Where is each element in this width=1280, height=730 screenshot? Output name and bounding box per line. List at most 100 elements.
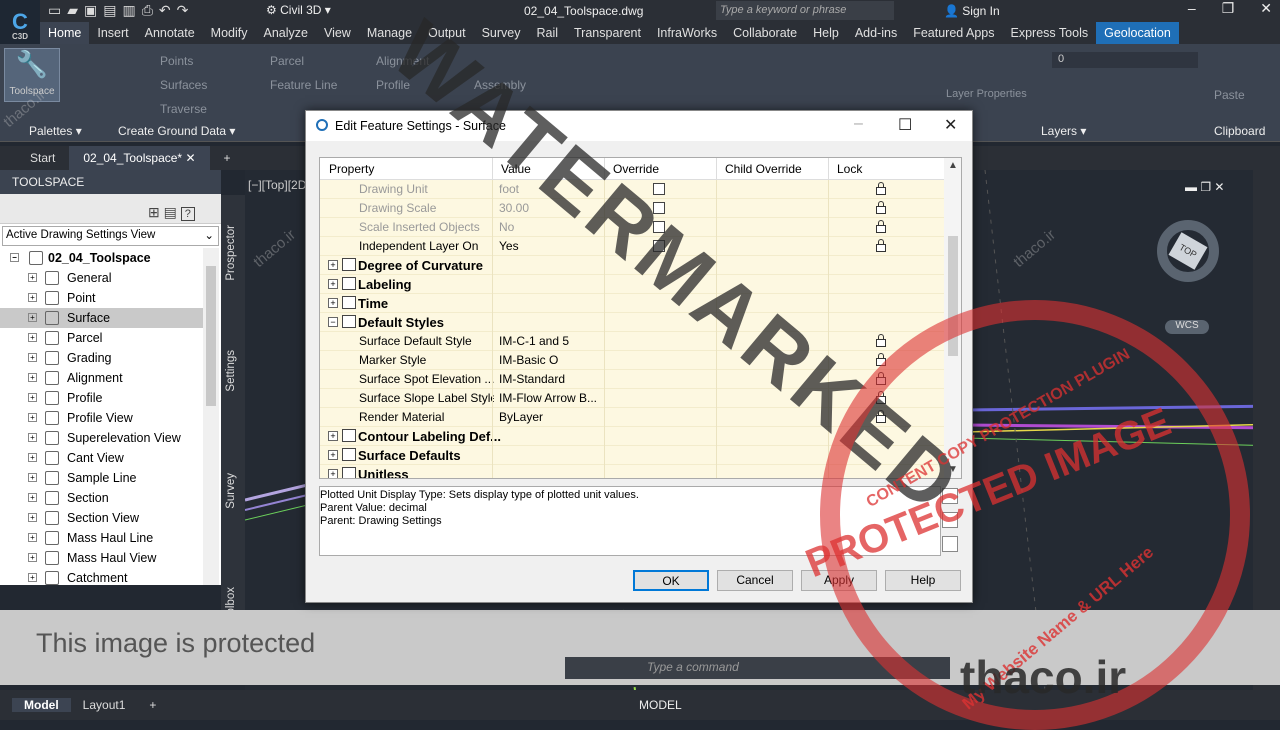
save-icon[interactable]: ▣ — [84, 2, 97, 19]
surfaces-button[interactable]: Surfaces — [160, 78, 207, 92]
expand-icon[interactable]: + — [328, 450, 338, 460]
col-value[interactable]: Value — [501, 162, 531, 176]
ribbon-tab-home[interactable]: Home — [40, 22, 90, 44]
help-button[interactable]: Help — [885, 570, 961, 591]
tree-item-mass-haul-view[interactable]: + Mass Haul View — [0, 548, 203, 568]
layer-dropdown[interactable]: 0 — [1052, 52, 1198, 68]
tree-item-sample-line[interactable]: + Sample Line — [0, 468, 203, 488]
ribbon-tab-transparent[interactable]: Transparent — [566, 22, 649, 44]
expand-icon[interactable]: + — [28, 473, 37, 482]
grid-group-row[interactable]: + Degree of Curvature — [320, 256, 945, 275]
expand-icon[interactable]: + — [28, 393, 37, 402]
col-property[interactable]: Property — [329, 162, 374, 176]
undo-icon[interactable]: ↶ — [159, 2, 171, 19]
grid-property-row[interactable]: Surface Default Style IM-C-1 and 5 — [320, 332, 945, 351]
help-icon[interactable]: ? — [180, 207, 195, 221]
expand-all-icon[interactable] — [942, 488, 958, 504]
tree-item-point[interactable]: + Point — [0, 288, 203, 308]
profile-button[interactable]: Profile — [376, 78, 410, 92]
viewport-controls[interactable]: ▬ ❐ ✕ — [1185, 180, 1224, 194]
grid-scroll-thumb[interactable] — [948, 236, 958, 356]
collapse-icon[interactable]: − — [328, 317, 338, 327]
tab-settings[interactable]: Settings — [225, 350, 237, 392]
tree-item-catchment[interactable]: + Catchment — [0, 568, 203, 588]
app-logo[interactable]: C C3D — [0, 0, 40, 44]
col-child-override[interactable]: Child Override — [725, 162, 802, 176]
view-selector[interactable]: Active Drawing Settings View ⌄ — [2, 226, 219, 246]
print-icon[interactable]: ⎙ — [142, 2, 153, 19]
ribbon-tab-annotate[interactable]: Annotate — [137, 22, 203, 44]
lock-icon[interactable] — [876, 391, 886, 404]
alignment-button[interactable]: Alignment — [376, 54, 429, 68]
property-value[interactable]: IM-C-1 and 5 — [499, 334, 603, 348]
expand-icon[interactable]: + — [28, 453, 37, 462]
collapse-all-icon[interactable] — [942, 512, 958, 528]
lock-icon[interactable] — [876, 201, 886, 214]
expand-icon[interactable]: + — [328, 260, 338, 270]
override-checkbox[interactable] — [653, 183, 665, 195]
ribbon-tab-featured-apps[interactable]: Featured Apps — [905, 22, 1002, 44]
grid-property-row[interactable]: Drawing Scale 30.00 — [320, 199, 945, 218]
ribbon-tab-help[interactable]: Help — [805, 22, 847, 44]
override-checkbox[interactable] — [653, 240, 665, 252]
cancel-button[interactable]: Cancel — [717, 570, 793, 591]
apply-button[interactable]: Apply — [801, 570, 877, 591]
scroll-down-icon[interactable]: ▼ — [948, 464, 958, 475]
tree-item-cant-view[interactable]: + Cant View — [0, 448, 203, 468]
open-icon[interactable]: ▰ — [67, 2, 78, 19]
save-as-icon[interactable]: ▤ — [103, 2, 116, 19]
collapse-icon[interactable]: − — [10, 253, 19, 262]
expand-icon[interactable]: + — [28, 313, 37, 322]
grid-scrollbar[interactable]: ▲ ▼ — [944, 158, 961, 478]
web-mobile-icon[interactable]: ▥ — [122, 2, 135, 19]
expand-icon[interactable]: + — [28, 353, 37, 362]
ribbon-tab-output[interactable]: Output — [420, 22, 474, 44]
ribbon-tab-rail[interactable]: Rail — [528, 22, 566, 44]
tree-scroll-thumb[interactable] — [206, 266, 216, 406]
grid-property-row[interactable]: Render Material ByLayer — [320, 408, 945, 427]
ribbon-tab-analyze[interactable]: Analyze — [255, 22, 315, 44]
ribbon-tab-view[interactable]: View — [316, 22, 359, 44]
close-icon[interactable]: ✕ — [1260, 0, 1272, 17]
ribbon-tab-collaborate[interactable]: Collaborate — [725, 22, 805, 44]
search-input[interactable]: Type a keyword or phrase — [716, 1, 894, 20]
expand-icon[interactable]: + — [328, 298, 338, 308]
traverse-button[interactable]: Traverse — [160, 102, 207, 116]
paste-button[interactable]: Paste — [1214, 88, 1245, 102]
expand-icon[interactable]: + — [28, 493, 37, 502]
grid-property-row[interactable]: Marker Style IM-Basic O — [320, 351, 945, 370]
ribbon-tab-express-tools[interactable]: Express Tools — [1003, 22, 1097, 44]
ok-button[interactable]: OK — [633, 570, 709, 591]
tab-model[interactable]: Model — [12, 698, 71, 712]
tree-item-grading[interactable]: + Grading — [0, 348, 203, 368]
expand-icon[interactable]: + — [28, 333, 37, 342]
grid-group-row[interactable]: + Contour Labeling Def... — [320, 427, 945, 446]
col-override[interactable]: Override — [613, 162, 659, 176]
ribbon-tab-modify[interactable]: Modify — [203, 22, 256, 44]
viewport-label[interactable]: [−][Top][2D — [248, 178, 306, 192]
expand-icon[interactable]: + — [28, 413, 37, 422]
expand-icon[interactable]: + — [328, 469, 338, 478]
grid-property-row[interactable]: Independent Layer On Yes — [320, 237, 945, 256]
property-value[interactable]: IM-Flow Arrow B... — [499, 391, 603, 405]
expand-icon[interactable]: + — [28, 513, 37, 522]
dialog-maximize-icon[interactable]: ☐ — [898, 115, 912, 135]
ribbon-tab-insert[interactable]: Insert — [89, 22, 136, 44]
restore-icon[interactable]: ❐ — [1222, 0, 1235, 17]
model-space-toggle[interactable]: MODEL — [639, 698, 682, 712]
grid-group-row[interactable]: + Labeling — [320, 275, 945, 294]
workspace-switcher[interactable]: ⚙ Civil 3D ▾ — [266, 3, 331, 17]
points-button[interactable]: Points — [160, 54, 193, 68]
ribbon-tab-manage[interactable]: Manage — [359, 22, 420, 44]
override-checkbox[interactable] — [653, 202, 665, 214]
add-layout-button[interactable]: + — [137, 698, 168, 712]
lock-icon[interactable] — [876, 410, 886, 423]
ribbon-tab-infraworks[interactable]: InfraWorks — [649, 22, 725, 44]
toolspace-button[interactable]: 🔧 Toolspace — [4, 48, 60, 102]
tree-item-superelevation-view[interactable]: + Superelevation View — [0, 428, 203, 448]
wcs-menu[interactable]: WCS — [1165, 320, 1209, 334]
close-tab-icon[interactable]: ✕ — [185, 151, 195, 165]
lock-icon[interactable] — [876, 372, 886, 385]
tree-item-profile[interactable]: + Profile — [0, 388, 203, 408]
palettes-panel-label[interactable]: Palettes ▾ — [29, 124, 82, 138]
